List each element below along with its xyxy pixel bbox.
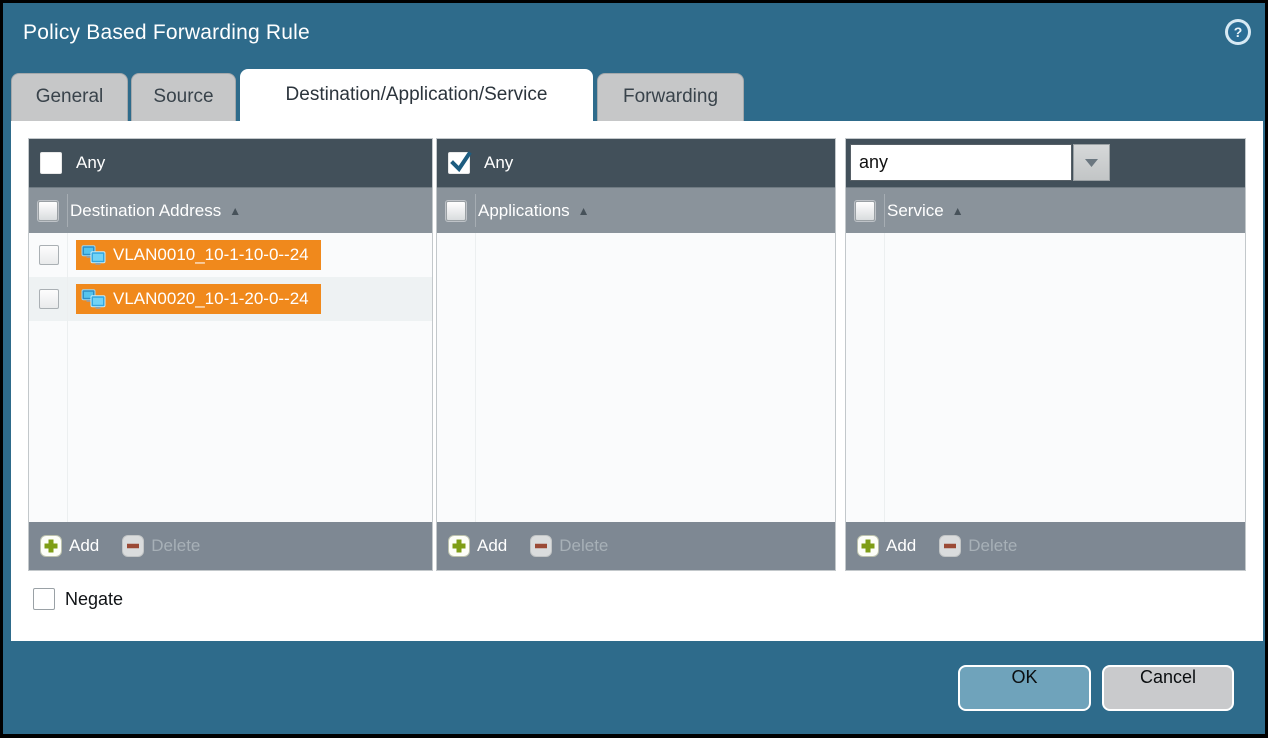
check-mark-icon	[448, 150, 474, 176]
delete-button[interactable]: Delete	[939, 535, 1017, 557]
destination-any-label: Any	[76, 153, 105, 173]
add-button[interactable]: Add	[40, 535, 99, 557]
destination-actions-bar: Add Delete	[29, 522, 432, 570]
applications-list	[437, 233, 835, 522]
service-list	[846, 233, 1245, 522]
table-row: VLAN0020_10-1-20-0--24	[29, 277, 432, 321]
plus-icon	[857, 535, 879, 557]
negate-label: Negate	[65, 589, 123, 610]
applications-select-all-checkbox[interactable]	[446, 201, 466, 221]
applications-column-label[interactable]: Applications	[478, 201, 570, 221]
tab-content: Any Destination Address ▲	[11, 121, 1263, 641]
applications-any-bar: Any	[437, 139, 835, 187]
destination-any-bar: Any	[29, 139, 432, 187]
applications-panel: Any Applications ▲	[436, 138, 836, 571]
list-column-separator	[67, 233, 68, 522]
network-computers-icon	[81, 289, 106, 310]
title-bar: Policy Based Forwarding Rule ?	[3, 3, 1265, 69]
destination-list: VLAN0010_10-1-10-0--24	[29, 233, 432, 522]
destination-address-item[interactable]: VLAN0020_10-1-20-0--24	[76, 284, 321, 314]
tab-source[interactable]: Source	[131, 73, 236, 121]
dialog-title: Policy Based Forwarding Rule	[23, 21, 310, 45]
destination-address-label: VLAN0020_10-1-20-0--24	[113, 289, 309, 309]
column-separator	[884, 194, 885, 227]
applications-column-header: Applications ▲	[437, 187, 835, 233]
service-column-label[interactable]: Service	[887, 201, 944, 221]
network-computers-icon	[81, 245, 106, 266]
service-select-all-checkbox[interactable]	[855, 201, 875, 221]
row-checkbox[interactable]	[39, 289, 59, 309]
destination-select-all-checkbox[interactable]	[38, 201, 58, 221]
applications-actions-bar: Add Delete	[437, 522, 835, 570]
minus-icon	[122, 535, 144, 557]
sort-ascending-icon[interactable]: ▲	[952, 204, 964, 218]
help-icon[interactable]: ?	[1224, 18, 1252, 46]
cancel-button[interactable]: Cancel	[1102, 665, 1234, 711]
tab-general[interactable]: General	[11, 73, 128, 121]
dialog-body: Policy Based Forwarding Rule ? General S…	[3, 3, 1265, 734]
delete-button[interactable]: Delete	[530, 535, 608, 557]
sort-ascending-icon[interactable]: ▲	[229, 204, 241, 218]
applications-any-label: Any	[484, 153, 513, 173]
policy-based-forwarding-rule-dialog: Policy Based Forwarding Rule ? General S…	[0, 0, 1268, 738]
add-button[interactable]: Add	[448, 535, 507, 557]
table-row: VLAN0010_10-1-10-0--24	[29, 233, 432, 277]
service-panel: Service ▲ Add	[845, 138, 1246, 571]
list-column-separator	[475, 233, 476, 522]
tab-destination-application-service[interactable]: Destination/Application/Service	[240, 69, 593, 123]
service-dropdown-bar	[846, 139, 1245, 187]
plus-icon	[40, 535, 62, 557]
service-dropdown-button[interactable]	[1073, 144, 1110, 181]
plus-icon	[448, 535, 470, 557]
minus-icon	[939, 535, 961, 557]
chevron-down-icon	[1084, 158, 1099, 168]
negate-row: Negate	[33, 588, 123, 610]
negate-checkbox[interactable]	[33, 588, 55, 610]
list-column-separator	[884, 233, 885, 522]
service-dropdown	[850, 144, 1110, 181]
column-separator	[475, 194, 476, 227]
tab-forwarding[interactable]: Forwarding	[597, 73, 744, 121]
row-checkbox[interactable]	[39, 245, 59, 265]
service-actions-bar: Add Delete	[846, 522, 1245, 570]
destination-address-column-label[interactable]: Destination Address	[70, 201, 221, 221]
destination-address-item[interactable]: VLAN0010_10-1-10-0--24	[76, 240, 321, 270]
applications-any-checkbox[interactable]	[448, 152, 470, 174]
dialog-footer: OK Cancel	[3, 637, 1265, 734]
delete-button[interactable]: Delete	[122, 535, 200, 557]
add-button[interactable]: Add	[857, 535, 916, 557]
destination-any-checkbox[interactable]	[40, 152, 62, 174]
destination-column-header: Destination Address ▲	[29, 187, 432, 233]
svg-text:?: ?	[1234, 24, 1243, 40]
sort-ascending-icon[interactable]: ▲	[578, 204, 590, 218]
minus-icon	[530, 535, 552, 557]
service-dropdown-input[interactable]	[850, 144, 1072, 181]
destination-address-panel: Any Destination Address ▲	[28, 138, 433, 571]
ok-button[interactable]: OK	[958, 665, 1091, 711]
service-column-header: Service ▲	[846, 187, 1245, 233]
destination-address-label: VLAN0010_10-1-10-0--24	[113, 245, 309, 265]
column-separator	[67, 194, 68, 227]
